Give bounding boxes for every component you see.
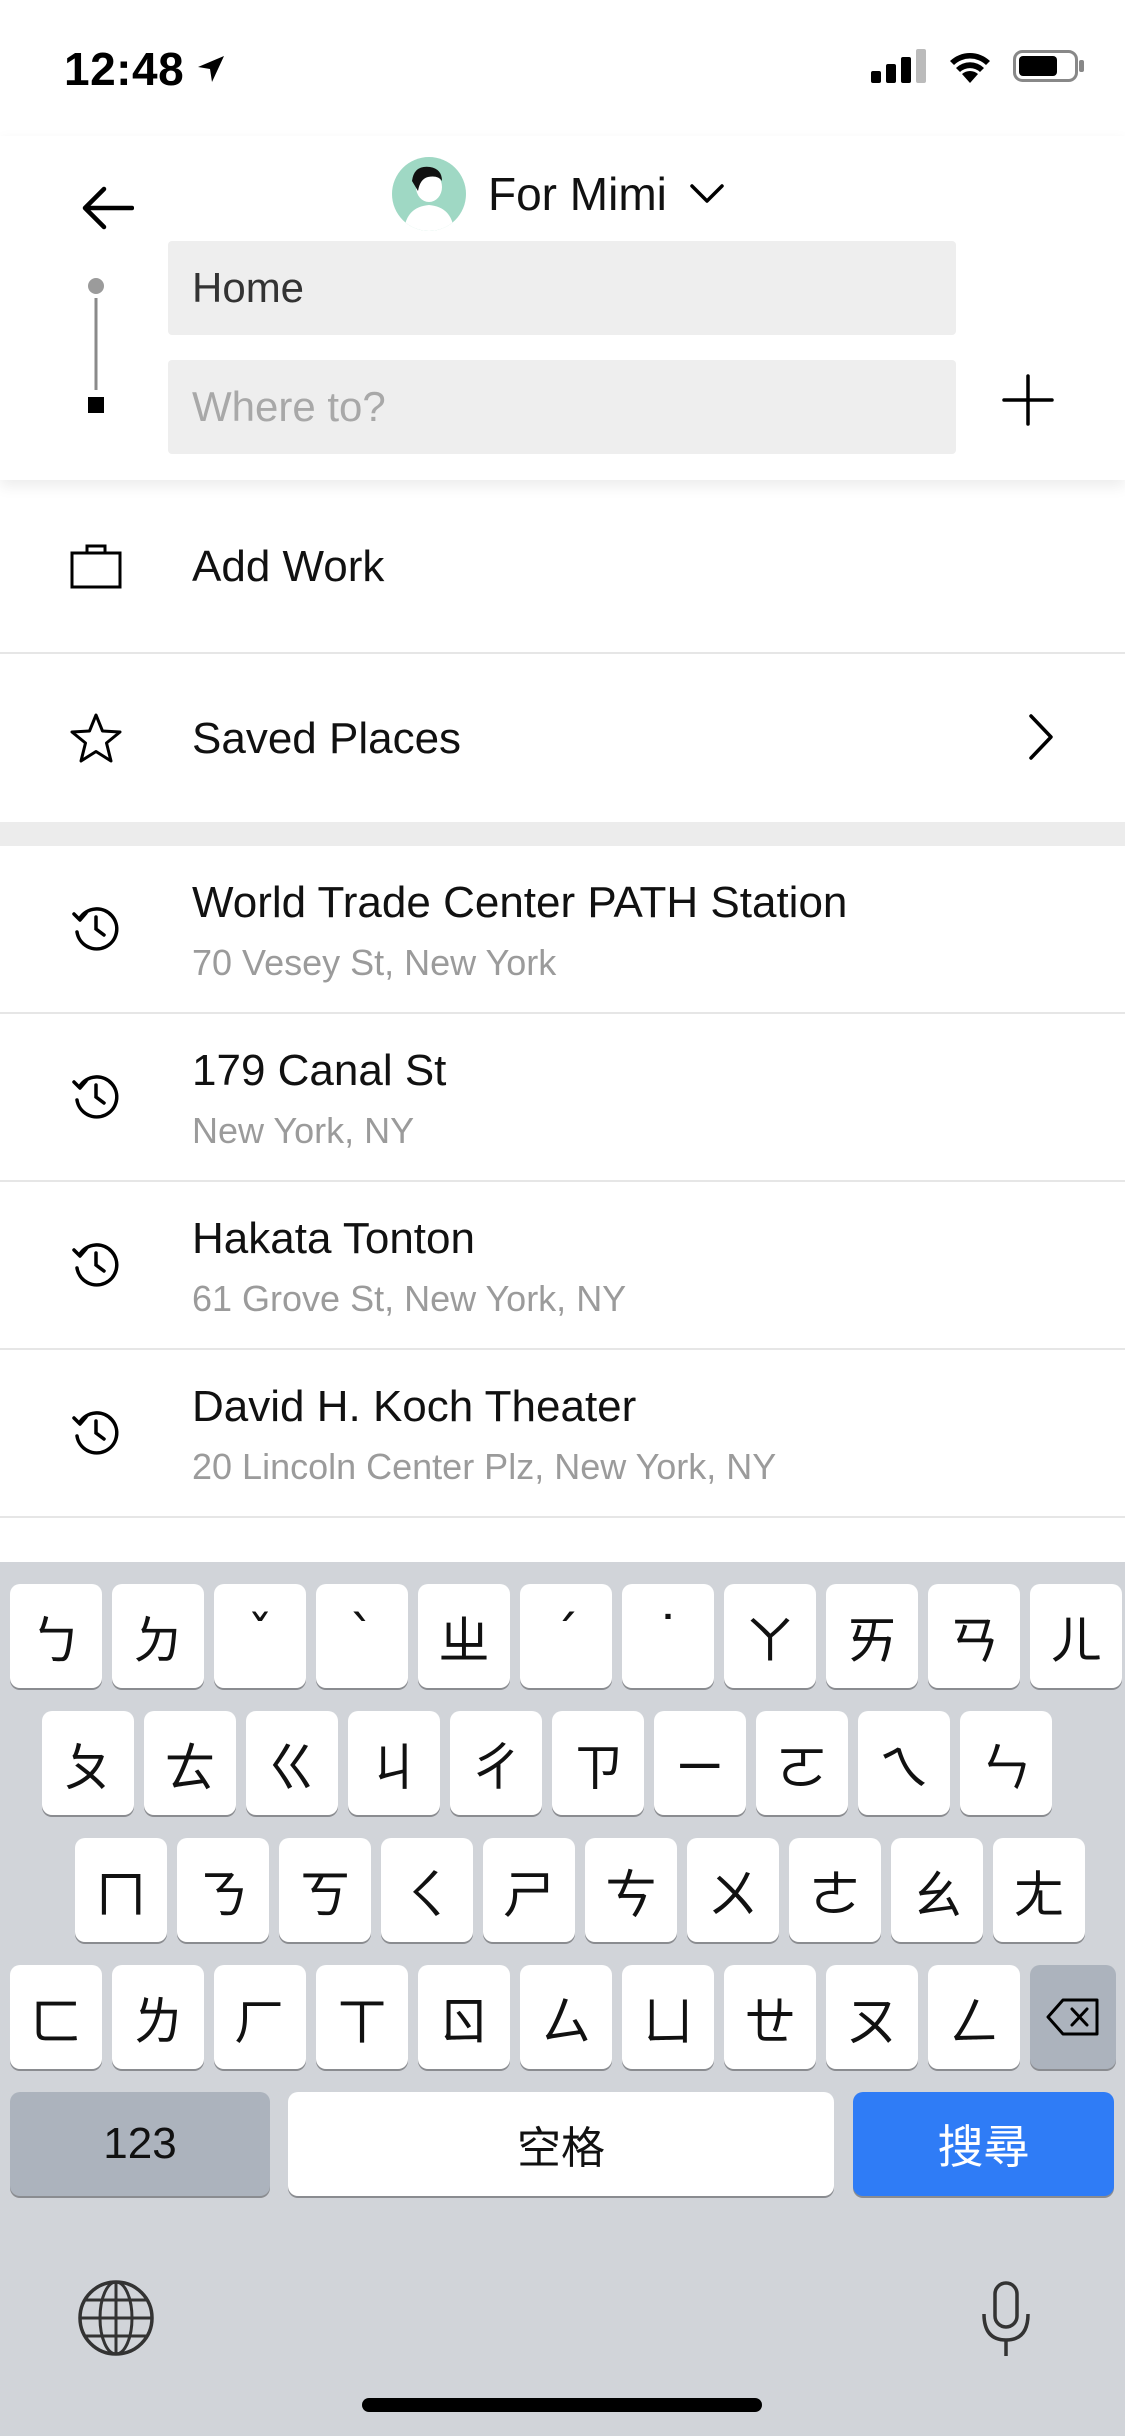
keyboard-key[interactable]: ㄩ — [622, 1965, 714, 2069]
place-address: New York, NY — [192, 1110, 415, 1151]
keyboard-key[interactable]: ㄒ — [316, 1965, 408, 2069]
microphone-icon[interactable] — [978, 2280, 1034, 2360]
wifi-icon — [950, 53, 990, 83]
keyboard-key[interactable]: ㄞ — [826, 1584, 918, 1688]
place-title: 179 Canal St — [192, 1046, 447, 1095]
keyboard-key[interactable]: ㄛ — [756, 1711, 848, 1815]
rider-selector[interactable]: For Mimi — [392, 144, 725, 244]
backspace-key[interactable] — [1030, 1965, 1116, 2069]
keyboard-key[interactable]: ㄗ — [552, 1711, 644, 1815]
search-key-label: 搜尋 — [937, 2120, 1030, 2174]
keyboard-key[interactable]: ㄦ — [1030, 1584, 1122, 1688]
keyboard-key[interactable]: ㄖ — [418, 1965, 510, 2069]
history-icon — [66, 1402, 126, 1462]
keyboard-key[interactable]: ㄧ — [654, 1711, 746, 1815]
space-key-label: 空格 — [517, 2123, 605, 2174]
place-address: 20 Lincoln Center Plz, New York, NY — [192, 1446, 777, 1487]
keyboard-key[interactable]: ㄔ — [450, 1711, 542, 1815]
keyboard-key[interactable]: ㄈ — [10, 1965, 102, 2069]
avatar — [392, 157, 466, 231]
keyboard-key[interactable]: ㄟ — [858, 1711, 950, 1815]
place-title: Hakata Tonton — [192, 1214, 475, 1263]
globe-icon[interactable] — [76, 2278, 156, 2358]
keyboard-key[interactable]: ㄓ — [418, 1584, 510, 1688]
history-icon — [66, 1066, 126, 1126]
history-icon — [66, 898, 126, 958]
route-indicator — [88, 278, 104, 413]
add-work-row[interactable]: Add Work — [0, 480, 1125, 654]
keyboard-key[interactable]: ㄤ — [993, 1838, 1085, 1942]
zhuyin-keyboard: ㄅㄉ ˇ ˋ ㄓ ˊ ˙ ㄚㄞㄢㄦ ㄆㄊㄍㄐㄔㄗㄧㄛㄟㄣ ㄇㄋㄎㄑㄕㄘㄨㄜㄠㄤ ㄈㄌㄏㄒㄖㄙ… — [0, 1562, 1125, 2436]
keyboard-key[interactable]: ㄜ — [789, 1838, 881, 1942]
route-header: For Mimi Home Where to? — [0, 136, 1125, 480]
numbers-key[interactable]: 123 — [10, 2092, 270, 2196]
place-title: David H. Koch Theater — [192, 1382, 637, 1431]
destination-input[interactable]: Where to? — [168, 360, 956, 454]
keyboard-key[interactable]: ㄨ — [687, 1838, 779, 1942]
keyboard-key[interactable]: ㄅ — [10, 1584, 102, 1688]
keyboard-key[interactable]: ㄇ — [75, 1838, 167, 1942]
status-bar: 12:48 — [0, 0, 1125, 136]
list-item[interactable]: 179 Canal St New York, NY — [0, 1014, 1125, 1182]
keyboard-key[interactable]: ㄙ — [520, 1965, 612, 2069]
keyboard-key[interactable]: ㄐ — [348, 1711, 440, 1815]
keyboard-key[interactable]: ˇ — [214, 1584, 306, 1688]
add-work-label: Add Work — [192, 542, 385, 591]
chevron-right-icon — [1029, 714, 1053, 760]
keyboard-key[interactable]: ㄢ — [928, 1584, 1020, 1688]
place-address: 70 Vesey St, New York — [192, 942, 557, 983]
battery-icon — [1013, 50, 1084, 82]
place-address: 61 Grove St, New York, NY — [192, 1278, 627, 1319]
history-icon — [66, 1234, 126, 1294]
backspace-icon — [1046, 1998, 1099, 2036]
keyboard-key[interactable]: ㄎ — [279, 1838, 371, 1942]
chevron-down-icon — [690, 184, 724, 203]
location-arrow-icon — [198, 56, 225, 82]
destination-placeholder: Where to? — [192, 383, 386, 430]
search-key[interactable]: 搜尋 — [853, 2092, 1114, 2196]
keyboard-key[interactable]: ㄡ — [826, 1965, 918, 2069]
keyboard-key[interactable]: ㄝ — [724, 1965, 816, 2069]
section-divider — [0, 822, 1125, 846]
star-icon — [66, 708, 126, 768]
keyboard-key[interactable]: ㄌ — [112, 1965, 204, 2069]
keyboard-key[interactable]: ˙ — [622, 1584, 714, 1688]
keyboard-key[interactable]: ㄚ — [724, 1584, 816, 1688]
back-button[interactable] — [76, 176, 140, 240]
list-item[interactable]: Hakata Tonton 61 Grove St, New York, NY — [0, 1182, 1125, 1350]
keyboard-key[interactable]: ㄍ — [246, 1711, 338, 1815]
keyboard-key[interactable]: ㄏ — [214, 1965, 306, 2069]
keyboard-key[interactable]: ㄊ — [144, 1711, 236, 1815]
briefcase-icon — [66, 536, 126, 596]
keyboard-key[interactable]: ㄣ — [960, 1711, 1052, 1815]
status-indicators — [871, 48, 1085, 84]
home-indicator — [362, 2398, 762, 2412]
person-silhouette-icon — [404, 166, 454, 231]
numbers-key-label: 123 — [103, 2119, 177, 2168]
clock-text: 12:48 — [64, 43, 185, 95]
saved-places-label: Saved Places — [192, 714, 462, 763]
keyboard-key[interactable]: ㄆ — [42, 1711, 134, 1815]
keyboard-key[interactable]: ㄋ — [177, 1838, 269, 1942]
place-title: World Trade Center PATH Station — [192, 878, 848, 927]
keyboard-key[interactable]: ㄕ — [483, 1838, 575, 1942]
space-key[interactable]: 空格 — [288, 2092, 834, 2196]
rider-label: For Mimi — [488, 168, 667, 220]
keyboard-key[interactable]: ㄘ — [585, 1838, 677, 1942]
keyboard-key[interactable]: ˊ — [520, 1584, 612, 1688]
keyboard-key[interactable]: ㄑ — [381, 1838, 473, 1942]
saved-places-row[interactable]: Saved Places — [0, 654, 1125, 822]
cellular-signal-icon — [871, 49, 926, 83]
keyboard-key[interactable]: ㄠ — [891, 1838, 983, 1942]
pickup-value: Home — [192, 264, 305, 311]
pickup-field[interactable]: Home — [168, 241, 956, 335]
list-item[interactable]: World Trade Center PATH Station 70 Vesey… — [0, 846, 1125, 1014]
status-time: 12:48 — [64, 42, 226, 96]
keyboard-key[interactable]: ㄉ — [112, 1584, 204, 1688]
keyboard-key[interactable]: ˋ — [316, 1584, 408, 1688]
list-item[interactable]: David H. Koch Theater 20 Lincoln Center … — [0, 1350, 1125, 1518]
keyboard-key[interactable]: ㄥ — [928, 1965, 1020, 2069]
add-stop-button[interactable] — [1000, 372, 1056, 428]
back-arrow-icon — [82, 186, 134, 230]
